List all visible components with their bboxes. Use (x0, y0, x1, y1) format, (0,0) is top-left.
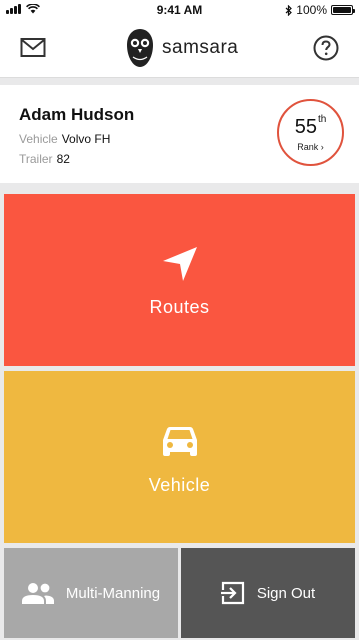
vehicle-tile[interactable]: Vehicle (4, 371, 355, 543)
vehicle-label: Vehicle (19, 132, 58, 146)
owl-logo-icon (127, 29, 153, 67)
driver-card: Adam Hudson Vehicle Volvo FH Trailer 82 55… (0, 85, 359, 183)
routes-label: Routes (149, 297, 210, 317)
help-icon[interactable] (313, 35, 339, 61)
routes-icon-wrap (4, 246, 355, 282)
mail-icon[interactable] (20, 37, 46, 59)
status-bar: 9:41 AM 100% (0, 0, 359, 20)
trailer-row: Trailer 82 (19, 152, 70, 166)
vehicle-label-text: Vehicle (148, 475, 211, 495)
routes-tile[interactable]: Routes (4, 194, 355, 366)
rank-suffix: th (317, 114, 327, 125)
bluetooth-icon (285, 4, 293, 16)
samsara-logo: samsara (126, 28, 238, 68)
vehicle-icon-wrap (4, 425, 355, 459)
sign-out-label: Sign Out (256, 584, 316, 602)
multi-manning-label: Multi-Manning (65, 584, 161, 602)
battery-icon (331, 5, 355, 15)
people-icon (21, 583, 54, 604)
sign-out-button[interactable]: Sign Out (181, 548, 355, 638)
brand-name: samsara (162, 37, 239, 58)
multi-manning-button[interactable]: Multi-Manning (4, 548, 178, 638)
navigation-arrow-icon (162, 247, 197, 281)
rank-value: 55 (294, 116, 317, 138)
rank-number: 55th (279, 114, 342, 139)
trailer-value: 82 (56, 152, 70, 166)
rank-button[interactable]: 55th Rank › (277, 99, 344, 166)
rank-label: Rank › (297, 142, 324, 152)
status-right: 100% (285, 3, 355, 17)
app-header: samsara (0, 20, 359, 78)
vehicle-value: Volvo FH (61, 132, 111, 146)
battery-percentage: 100% (296, 3, 327, 17)
sign-out-icon (220, 581, 244, 605)
vehicle-row: Vehicle Volvo FH (19, 132, 110, 146)
trailer-label: Trailer (19, 152, 53, 166)
car-icon (162, 427, 197, 456)
driver-name: Adam Hudson (19, 105, 135, 124)
